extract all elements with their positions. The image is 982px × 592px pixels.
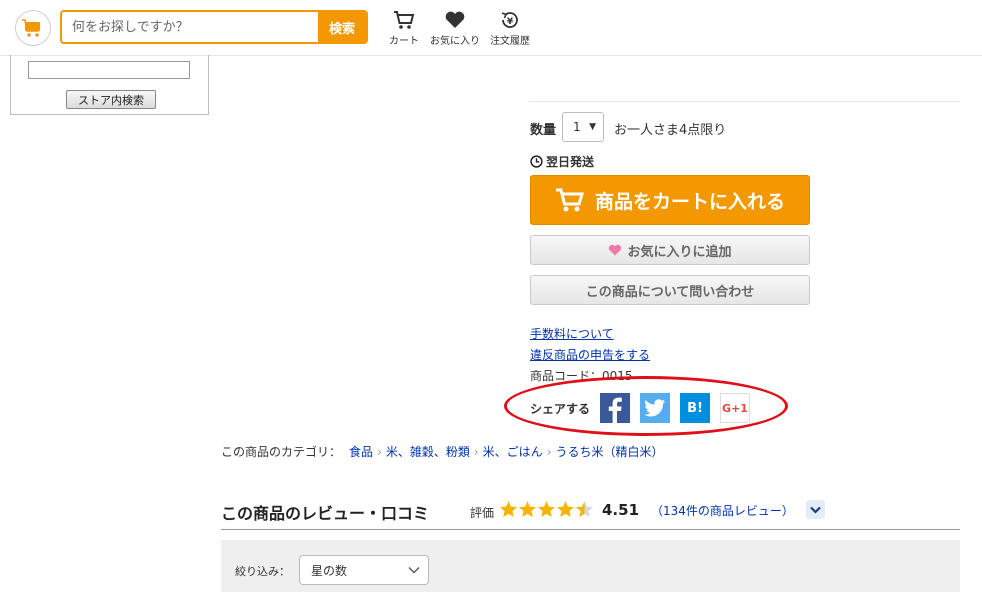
google-plus-icon: G+1 <box>722 401 748 415</box>
clock-icon <box>530 155 543 168</box>
add-favorite-button[interactable]: お気に入りに追加 <box>530 235 810 265</box>
facebook-icon <box>608 397 622 423</box>
rating-label: 評価 <box>470 506 495 520</box>
quantity-value: 1 <box>573 120 581 134</box>
review-count-link[interactable]: （134件の商品レビュー） <box>651 502 794 519</box>
product-inquiry-label: この商品について問い合わせ <box>585 284 755 300</box>
reviews-divider <box>221 529 960 530</box>
report-violation-link[interactable]: 違反商品の申告をする <box>530 346 650 363</box>
category-link[interactable]: 米、雑穀、粉類 <box>386 443 470 460</box>
nav-order-history-label: 注文履歴 <box>490 36 530 47</box>
chevron-down-icon <box>408 567 420 574</box>
shipping-info: 翌日発送 <box>530 153 594 170</box>
hatena-bookmark-button[interactable]: B! <box>680 393 710 423</box>
store-search-panel: ストア内検索 <box>10 55 209 115</box>
heart-icon <box>445 11 465 28</box>
nav-cart[interactable]: カート <box>389 10 419 47</box>
nav-favorites[interactable]: お気に入り <box>430 10 480 47</box>
share-label: シェアする <box>530 402 591 416</box>
star-icon <box>576 501 593 517</box>
header: 検索 カート お気に入り ¥ 注文履歴 <box>0 0 982 56</box>
shipping-label: 翌日発送 <box>546 155 595 169</box>
product-code: 商品コード：0015 <box>530 369 633 383</box>
category-link[interactable]: 食品 <box>349 443 373 460</box>
star-icon <box>500 501 517 517</box>
heart-icon <box>609 244 622 256</box>
quantity-label: 数量 <box>530 123 557 138</box>
twitter-icon <box>644 399 665 417</box>
rating-stars <box>499 500 594 518</box>
nav-cart-label: カート <box>389 36 419 47</box>
google-plus-share-button[interactable]: G+1 <box>720 393 750 423</box>
expand-reviews-button[interactable] <box>806 500 825 519</box>
add-to-cart-button[interactable]: 商品をカートに入れる <box>530 175 810 225</box>
dropdown-arrow-icon: ▼ <box>589 122 596 132</box>
twitter-share-button[interactable] <box>640 393 670 423</box>
cart-logo-icon <box>22 19 40 37</box>
chevron-down-icon <box>810 506 821 514</box>
store-search-button[interactable]: ストア内検索 <box>66 90 156 109</box>
order-history-icon: ¥ <box>501 12 518 28</box>
rating-score: 4.51 <box>602 501 640 519</box>
divider <box>530 101 960 102</box>
hatena-icon: B! <box>687 400 703 416</box>
svg-text:¥: ¥ <box>507 17 514 27</box>
category-link[interactable]: うるち米（精白米） <box>556 443 664 460</box>
fee-info-link[interactable]: 手数料について <box>530 325 614 342</box>
category-link[interactable]: 米、ごはん <box>483 443 543 460</box>
filter-value: 星の数 <box>311 563 348 578</box>
quantity-select[interactable]: 1 ▼ <box>562 112 604 142</box>
store-search-input[interactable] <box>28 61 190 79</box>
search-button[interactable]: 検索 <box>318 12 366 42</box>
search-input[interactable] <box>62 12 318 42</box>
facebook-share-button[interactable] <box>600 393 630 423</box>
star-icon <box>538 501 555 517</box>
star-icon <box>557 501 574 517</box>
breadcrumb-separator-icon: › <box>473 444 479 459</box>
breadcrumb-separator-icon: › <box>546 444 552 459</box>
category-label: この商品のカテゴリ： <box>221 445 342 459</box>
nav-favorites-label: お気に入り <box>430 36 480 47</box>
star-filter-select[interactable]: 星の数 <box>299 555 429 585</box>
quantity-limit-note: お一人さま4点限り <box>614 123 727 138</box>
add-to-cart-label: 商品をカートに入れる <box>594 190 785 213</box>
product-inquiry-button[interactable]: この商品について問い合わせ <box>530 275 810 305</box>
star-icon <box>519 501 536 517</box>
nav-order-history[interactable]: ¥ 注文履歴 <box>490 10 530 47</box>
reviews-title: この商品のレビュー・口コミ <box>221 504 430 523</box>
add-favorite-label: お気に入りに追加 <box>627 244 732 260</box>
filter-label: 絞り込み： <box>235 565 290 578</box>
search-bar: 検索 <box>60 10 368 44</box>
cart-icon <box>555 188 585 212</box>
shopping-logo[interactable] <box>15 10 51 46</box>
breadcrumb-separator-icon: › <box>377 444 382 459</box>
cart-icon <box>394 11 415 29</box>
category-breadcrumb: この商品のカテゴリ： 食品 › 米、雑穀、粉類 › 米、ごはん › うるち米（精… <box>221 443 664 460</box>
